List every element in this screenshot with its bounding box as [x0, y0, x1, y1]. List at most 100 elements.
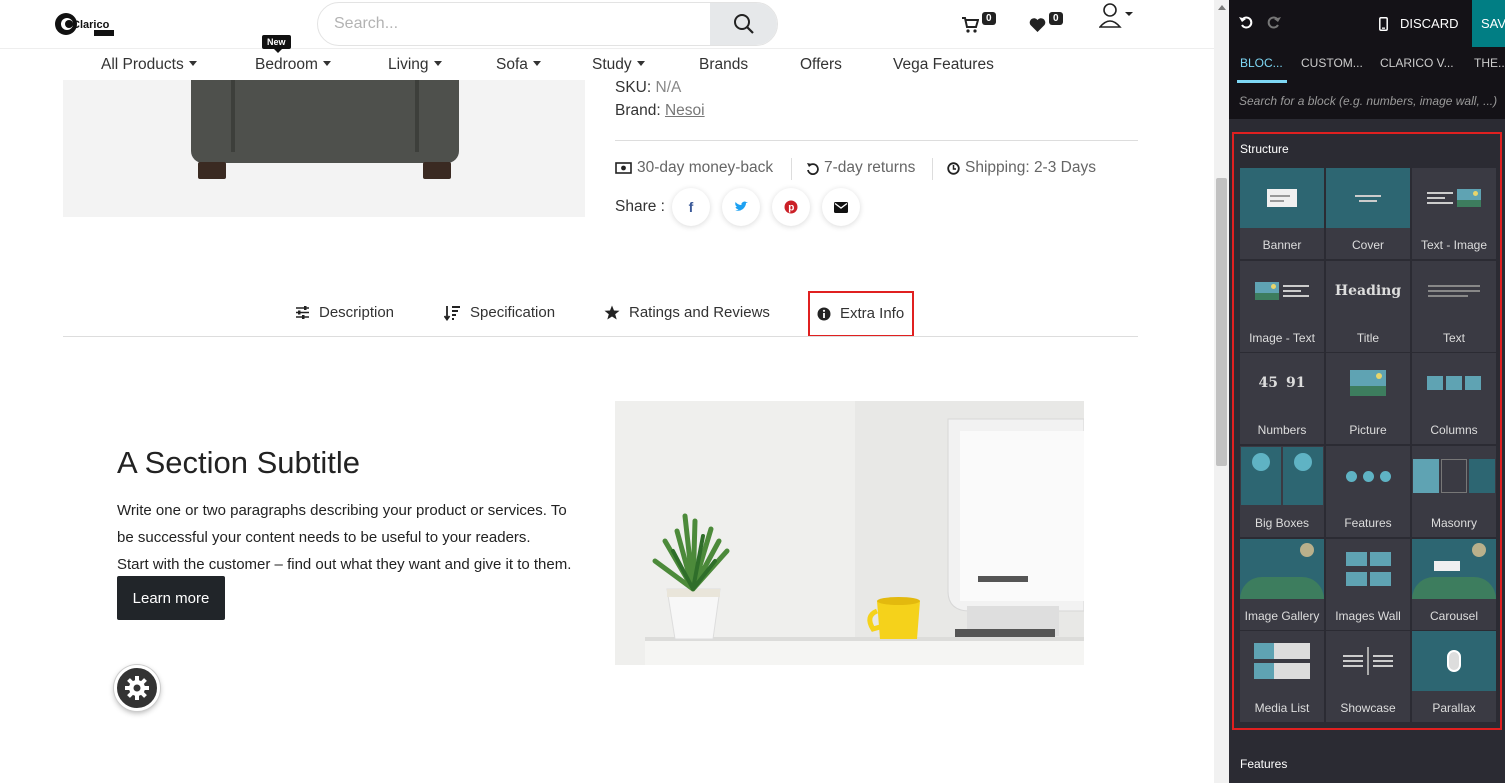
highlight-box — [808, 291, 914, 337]
nav-sofa[interactable]: Sofa — [496, 56, 541, 74]
tab-description[interactable]: Description — [295, 304, 394, 321]
nav-label: Sofa — [496, 56, 528, 73]
clock-icon — [947, 161, 960, 175]
policy-shipping: Shipping: 2-3 Days — [947, 159, 1096, 177]
scrollbar-thumb[interactable] — [1216, 178, 1227, 466]
sliders-icon — [296, 306, 309, 319]
policy-text: 7-day returns — [824, 159, 916, 176]
nav-offers[interactable]: Offers — [800, 56, 842, 74]
policy-money-back: 30-day money-back — [615, 159, 773, 177]
brand-label: Brand: — [615, 102, 661, 119]
editor-toolbar: DISCARD SAV — [1229, 0, 1505, 47]
nav-label: Study — [592, 56, 632, 73]
policy-text: Shipping: 2-3 Days — [965, 159, 1096, 176]
nav-study[interactable]: Study — [592, 56, 645, 74]
discard-button[interactable]: DISCARD — [1379, 0, 1459, 47]
money-icon — [615, 162, 632, 174]
sofa-leg — [198, 162, 226, 179]
policy-returns: 7-day returns — [806, 159, 915, 177]
nav-bedroom[interactable]: Bedroom — [255, 56, 331, 74]
options-gear-button[interactable] — [114, 665, 160, 711]
section-paragraph: Write one or two paragraphs describing y… — [117, 497, 587, 578]
redo-icon[interactable] — [1267, 15, 1281, 29]
search-input[interactable] — [334, 3, 704, 45]
new-tag: New — [262, 35, 291, 53]
nav-brands[interactable]: Brands — [699, 56, 748, 74]
undo-icon — [807, 162, 819, 175]
header-divider — [0, 48, 1214, 49]
twitter-icon — [735, 201, 748, 211]
twitter-share-button[interactable] — [722, 188, 760, 226]
site-search — [317, 2, 778, 46]
scroll-up-arrow[interactable] — [1214, 0, 1229, 15]
nav-label: Living — [388, 56, 429, 73]
sofa-leg — [423, 162, 451, 179]
star-icon — [604, 305, 620, 320]
search-icon — [733, 14, 754, 34]
clarico-logo[interactable]: Clarico — [54, 10, 118, 38]
tab-theme[interactable]: THE... — [1474, 56, 1505, 70]
divider — [791, 158, 792, 180]
wishlist-count-badge: 0 — [1049, 12, 1063, 25]
tab-customize[interactable]: CUSTOM... — [1301, 56, 1363, 70]
pinterest-icon: p — [784, 200, 798, 214]
section-image[interactable] — [615, 401, 1084, 665]
nav-label: All Products — [101, 56, 184, 73]
undo-icon[interactable] — [1239, 15, 1253, 29]
learn-more-button[interactable]: Learn more — [117, 576, 225, 620]
block-search — [1229, 83, 1505, 119]
tab-label: Specification — [470, 304, 556, 321]
user-menu-button[interactable] — [1098, 2, 1135, 32]
tabs-divider — [63, 336, 1138, 337]
divider — [932, 158, 933, 180]
pinterest-share-button[interactable]: p — [772, 188, 810, 226]
nav-all-products[interactable]: All Products — [101, 56, 197, 74]
sku-value: N/A — [655, 79, 682, 96]
chevron-down-icon — [532, 61, 541, 67]
chevron-down-icon — [433, 61, 442, 67]
mobile-preview-icon[interactable] — [1379, 16, 1388, 31]
cart-count-badge: 0 — [982, 12, 996, 25]
sofa-picture — [191, 80, 459, 163]
editor-tabs: BLOC... CUSTOM... CLARICO V... THE... — [1229, 47, 1505, 83]
page-scrollbar[interactable] — [1214, 0, 1229, 783]
block-search-input[interactable] — [1239, 91, 1499, 111]
policy-text: 30-day money-back — [637, 159, 774, 176]
email-share-button[interactable] — [822, 188, 860, 226]
desk-photo — [615, 401, 1084, 665]
chevron-down-icon — [188, 61, 197, 67]
user-icon — [1098, 3, 1133, 28]
share-label: Share : — [615, 198, 665, 215]
facebook-icon: f — [688, 199, 694, 215]
divider — [615, 140, 1138, 141]
product-brand: Brand: Nesoi — [615, 102, 705, 120]
chevron-down-icon — [636, 61, 645, 67]
search-button[interactable] — [710, 3, 777, 45]
tab-specification[interactable]: Specification — [444, 304, 555, 321]
brand-link[interactable]: Nesoi — [665, 102, 705, 119]
cart-icon — [962, 17, 979, 33]
product-sku: SKU: N/A — [615, 79, 681, 97]
section-subtitle: A Section Subtitle — [117, 445, 360, 480]
chevron-down-icon — [322, 61, 331, 67]
tab-ratings-reviews[interactable]: Ratings and Reviews — [604, 304, 770, 321]
tab-clarico-vega[interactable]: CLARICO V... — [1380, 56, 1454, 70]
svg-text:p: p — [788, 203, 794, 214]
facebook-share-button[interactable]: f — [672, 188, 710, 226]
envelope-icon — [834, 201, 848, 213]
svg-text:Clarico: Clarico — [72, 19, 110, 31]
nav-vega-features[interactable]: Vega Features — [893, 56, 994, 74]
sort-amount-icon — [444, 305, 460, 321]
tab-blocks[interactable]: BLOC... — [1240, 56, 1283, 70]
heart-icon — [1029, 18, 1046, 32]
website-preview: Clarico 0 0 New All Products Bedroom Liv… — [0, 0, 1214, 783]
nav-living[interactable]: Living — [388, 56, 442, 74]
product-image[interactable] — [63, 80, 585, 217]
editor-panel: DISCARD SAV BLOC... CUSTOM... CLARICO V.… — [1229, 0, 1505, 783]
highlight-box — [1232, 132, 1502, 730]
save-button[interactable]: SAV — [1472, 0, 1505, 47]
tab-label: Description — [319, 304, 395, 321]
paragraph-line: Start with the customer – find out what … — [117, 556, 572, 573]
paragraph-line: Write one or two paragraphs describing y… — [117, 502, 567, 546]
gear-icon — [125, 676, 149, 700]
